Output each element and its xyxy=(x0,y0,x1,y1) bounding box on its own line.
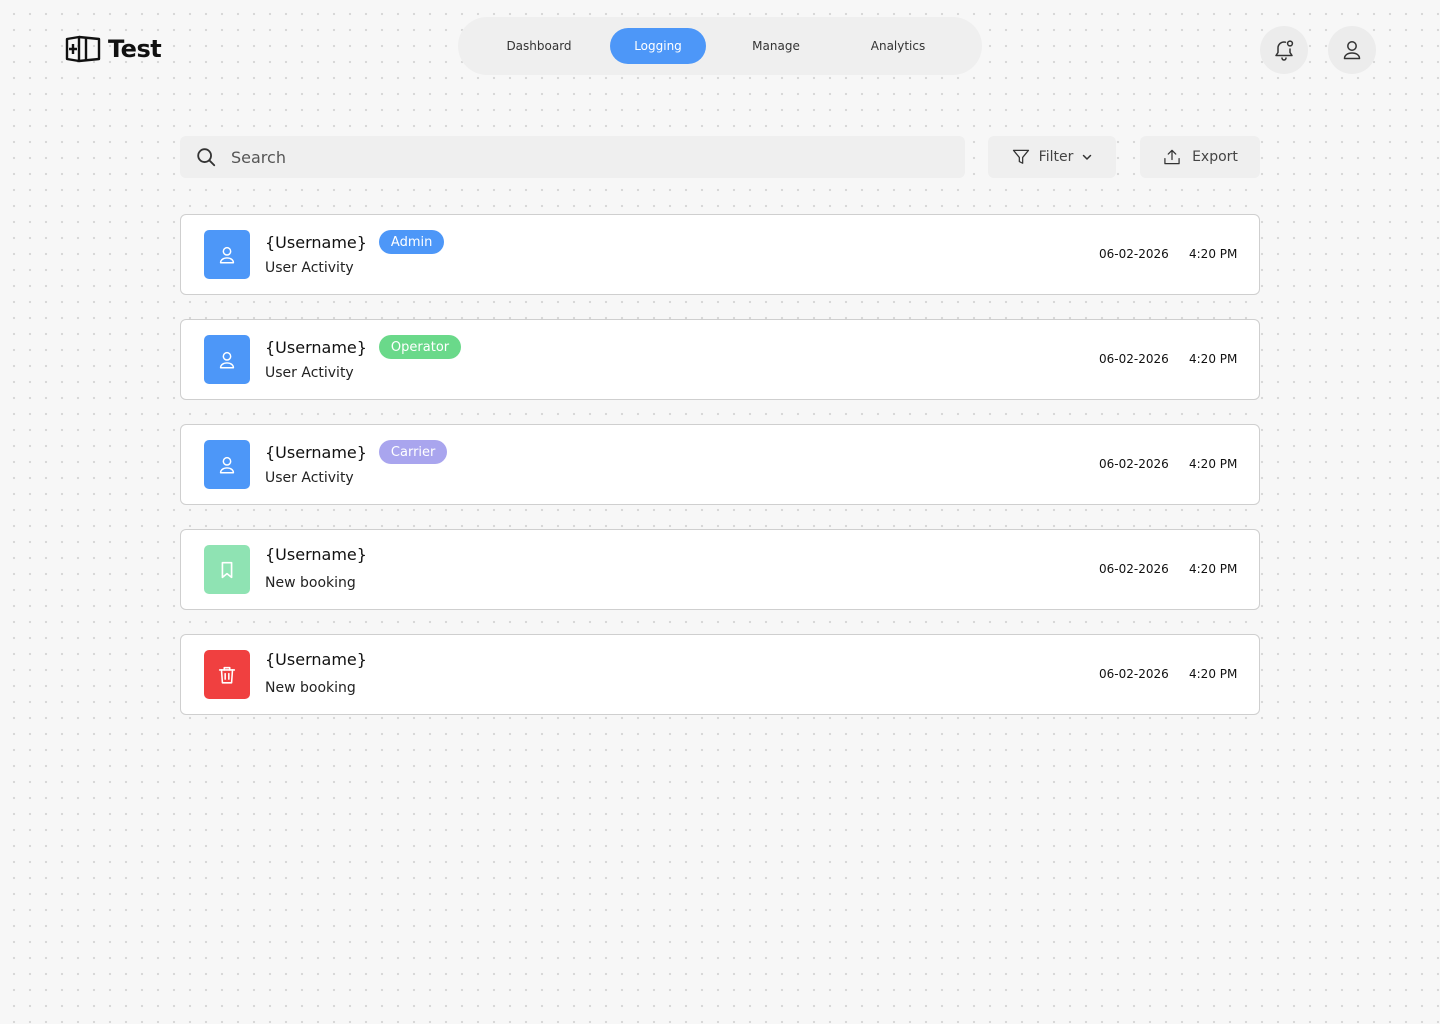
role-badge-admin: Admin xyxy=(378,230,445,254)
bookmark-icon xyxy=(221,561,233,578)
list-item[interactable]: {Username} Operator User Activity 06-02-… xyxy=(180,319,1260,400)
top-bar: Test Dashboard Logging Manage Analytics xyxy=(0,0,1440,100)
tab-analytics[interactable]: Analytics xyxy=(846,28,950,64)
activity-type: New booking xyxy=(265,680,356,696)
username: {Username} xyxy=(265,232,367,252)
log-icon-tile xyxy=(204,230,250,279)
list-item[interactable]: {Username} Admin User Activity 06-02-202… xyxy=(180,214,1260,295)
log-time: 4:20 PM xyxy=(1189,352,1238,366)
tab-dashboard[interactable]: Dashboard xyxy=(468,28,610,64)
log-time: 4:20 PM xyxy=(1189,667,1238,681)
log-icon-tile xyxy=(204,440,250,489)
main-nav: Dashboard Logging Manage Analytics xyxy=(458,17,982,75)
activity-log-list: {Username} Admin User Activity 06-02-202… xyxy=(180,214,1260,739)
trash-icon xyxy=(218,666,236,684)
log-time: 4:20 PM xyxy=(1189,247,1238,261)
log-toolbar: Filter Export xyxy=(180,136,1260,178)
user-icon xyxy=(219,246,235,264)
search-icon xyxy=(197,148,216,167)
log-title-line: {Username} Carrier xyxy=(265,440,448,464)
list-item[interactable]: {Username} New booking 06-02-2026 4:20 P… xyxy=(180,634,1260,715)
username: {Username} xyxy=(265,545,367,564)
username: {Username} xyxy=(265,337,367,357)
log-icon-tile xyxy=(204,545,250,594)
logo-icon xyxy=(65,35,101,63)
search-bar xyxy=(180,136,965,178)
user-icon xyxy=(219,456,235,474)
brand-name: Test xyxy=(108,35,162,63)
activity-type: User Activity xyxy=(265,260,354,276)
export-label: Export xyxy=(1192,149,1238,165)
user-icon xyxy=(1343,41,1361,60)
list-item[interactable]: {Username} New booking 06-02-2026 4:20 P… xyxy=(180,529,1260,610)
role-badge-carrier: Carrier xyxy=(378,440,448,464)
tab-manage[interactable]: Manage xyxy=(706,28,846,64)
log-title-line: {Username} Operator xyxy=(265,335,462,359)
role-badge-operator: Operator xyxy=(378,335,462,359)
username: {Username} xyxy=(265,650,367,669)
activity-type: User Activity xyxy=(265,470,354,486)
filter-label: Filter xyxy=(1038,149,1074,165)
log-date: 06-02-2026 xyxy=(1099,457,1169,471)
log-title-line: {Username} Admin xyxy=(265,230,445,254)
tab-logging[interactable]: Logging xyxy=(610,28,706,64)
log-time: 4:20 PM xyxy=(1189,457,1238,471)
brand-logo[interactable]: Test xyxy=(64,34,162,64)
filter-icon xyxy=(1012,149,1029,164)
log-time: 4:20 PM xyxy=(1189,562,1238,576)
chevron-down-icon xyxy=(1083,154,1092,160)
search-input[interactable] xyxy=(231,147,931,167)
log-date: 06-02-2026 xyxy=(1099,562,1169,576)
notifications-button[interactable] xyxy=(1260,26,1308,74)
username: {Username} xyxy=(265,442,367,462)
bell-icon xyxy=(1275,40,1294,61)
log-date: 06-02-2026 xyxy=(1099,667,1169,681)
activity-type: New booking xyxy=(265,575,356,591)
list-item[interactable]: {Username} Carrier User Activity 06-02-2… xyxy=(180,424,1260,505)
log-date: 06-02-2026 xyxy=(1099,247,1169,261)
upload-icon xyxy=(1164,149,1180,165)
profile-button[interactable] xyxy=(1328,26,1376,74)
log-date: 06-02-2026 xyxy=(1099,352,1169,366)
user-icon xyxy=(219,351,235,369)
log-title-line: {Username} xyxy=(265,650,367,669)
export-button[interactable]: Export xyxy=(1140,136,1260,178)
log-title-line: {Username} xyxy=(265,545,367,564)
filter-button[interactable]: Filter xyxy=(988,136,1116,178)
activity-type: User Activity xyxy=(265,365,354,381)
log-icon-tile xyxy=(204,650,250,699)
log-icon-tile xyxy=(204,335,250,384)
